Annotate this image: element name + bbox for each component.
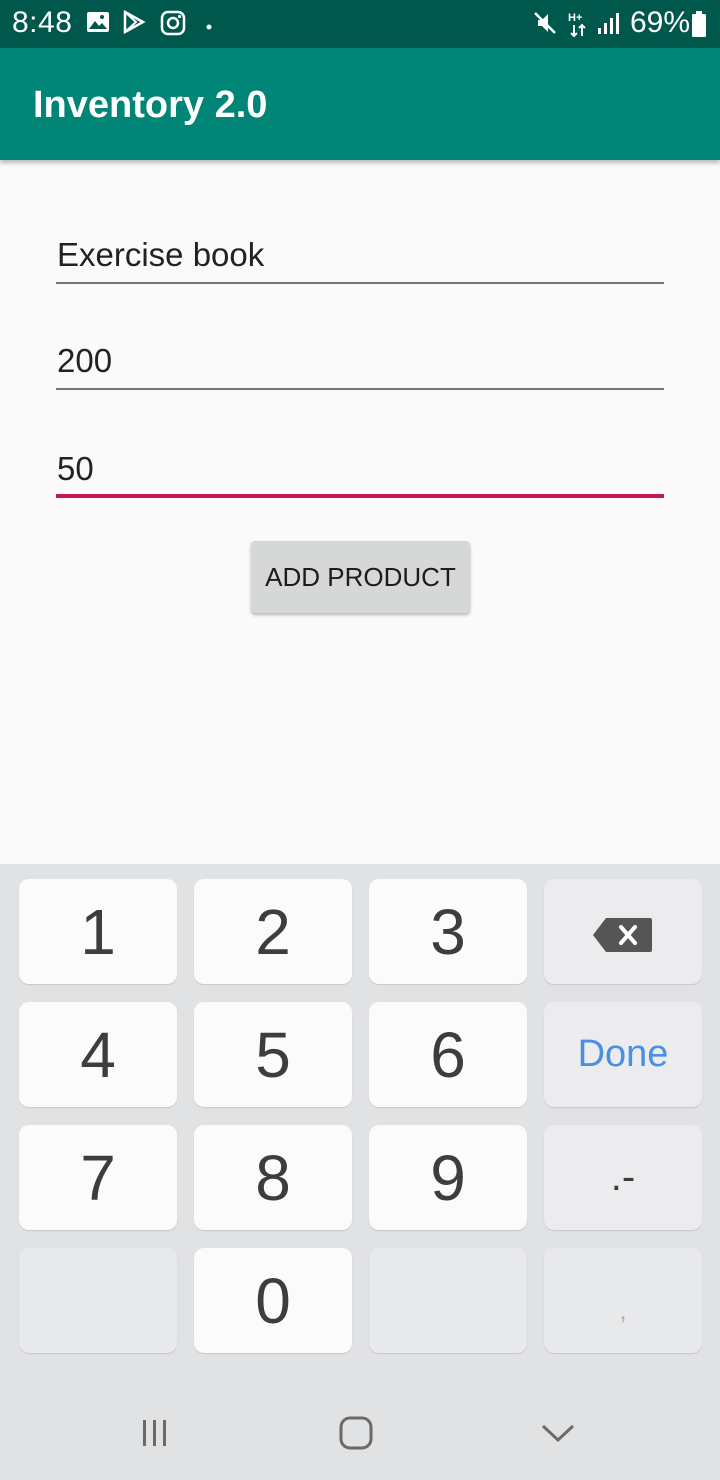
key-1[interactable]: 1	[19, 879, 177, 984]
dot-minus-key[interactable]: .-	[544, 1125, 702, 1230]
key-8[interactable]: 8	[194, 1125, 352, 1230]
key-3[interactable]: 3	[369, 879, 527, 984]
status-bar: 8:48 H+ 69%	[0, 0, 720, 48]
backspace-key[interactable]	[544, 879, 702, 984]
recent-apps-button[interactable]	[125, 1410, 185, 1460]
empty-key-left	[19, 1248, 177, 1353]
dot-icon	[205, 18, 231, 46]
app-bar: Inventory 2.0	[0, 48, 720, 160]
play-store-icon	[122, 9, 148, 38]
key-9[interactable]: 9	[369, 1125, 527, 1230]
battery-percentage: 69%	[630, 6, 691, 39]
signal-icon	[596, 10, 622, 38]
navigation-bar	[0, 1390, 720, 1480]
product-quantity-underline	[56, 494, 664, 498]
backspace-icon	[592, 895, 654, 969]
key-4[interactable]: 4	[19, 1002, 177, 1107]
key-0[interactable]: 0	[194, 1248, 352, 1353]
key-7[interactable]: 7	[19, 1125, 177, 1230]
battery-icon	[690, 10, 708, 38]
status-time: 8:48	[12, 6, 73, 39]
home-icon	[339, 1416, 373, 1455]
h-plus-data-icon: H+	[566, 10, 592, 38]
add-product-button[interactable]: ADD PRODUCT	[251, 541, 470, 613]
product-price-field[interactable]	[56, 310, 664, 390]
empty-key-right	[369, 1248, 527, 1353]
back-icon	[541, 1422, 575, 1449]
instagram-icon	[160, 10, 186, 38]
product-name-input[interactable]	[56, 236, 664, 274]
comma-key[interactable]: ,	[544, 1248, 702, 1353]
key-5[interactable]: 5	[194, 1002, 352, 1107]
recent-apps-icon	[140, 1418, 170, 1453]
product-quantity-field[interactable]	[56, 418, 664, 498]
home-button[interactable]	[326, 1410, 386, 1460]
back-button[interactable]	[528, 1410, 588, 1460]
mute-icon	[532, 10, 558, 38]
key-6[interactable]: 6	[369, 1002, 527, 1107]
done-key[interactable]: Done	[544, 1002, 702, 1107]
svg-text:H+: H+	[568, 12, 582, 24]
product-name-field[interactable]	[56, 204, 664, 284]
app-title: Inventory 2.0	[33, 84, 268, 126]
gallery-icon	[86, 10, 112, 38]
product-price-underline	[56, 388, 664, 390]
numeric-keyboard: 1 2 3 4 5 6 Done 7 8 9 .- 0 ,	[0, 864, 720, 1480]
product-price-input[interactable]	[56, 342, 664, 380]
key-2[interactable]: 2	[194, 879, 352, 984]
product-name-underline	[56, 282, 664, 284]
product-quantity-input[interactable]	[56, 450, 664, 488]
